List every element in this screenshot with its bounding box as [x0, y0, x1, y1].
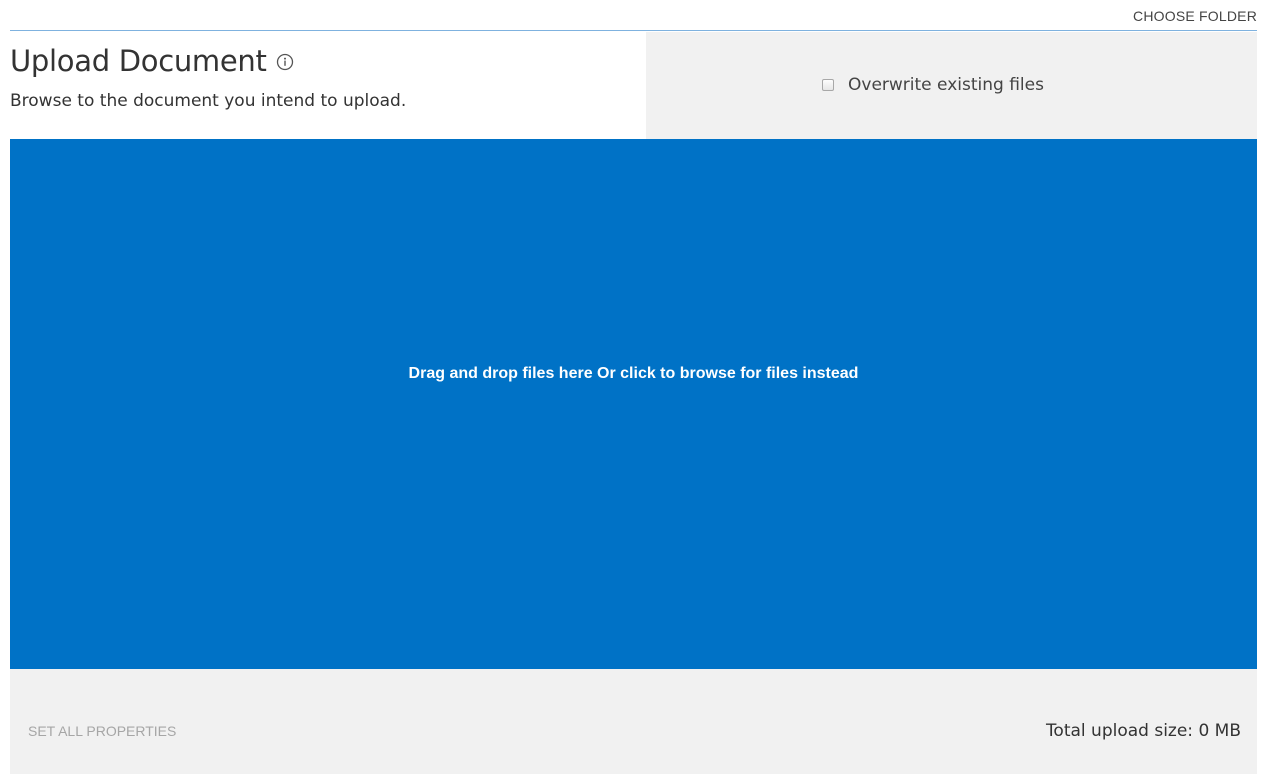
overwrite-checkbox[interactable] — [822, 79, 834, 91]
page-subtitle: Browse to the document you intend to upl… — [10, 91, 407, 111]
overwrite-label: Overwrite existing files — [848, 75, 1044, 95]
info-circle-icon[interactable] — [276, 53, 294, 71]
header-panel: Upload Document Browse to the document y… — [10, 32, 646, 139]
total-upload-size: Total upload size: 0 MB — [1045, 721, 1241, 741]
title-row: Upload Document — [10, 44, 294, 78]
page-title: Upload Document — [10, 44, 267, 78]
upload-document-dialog: CHOOSE FOLDER Upload Document Browse to … — [0, 0, 1267, 774]
file-drop-zone[interactable]: Drag and drop files here Or click to bro… — [10, 139, 1257, 669]
choose-folder-link[interactable]: CHOOSE FOLDER — [1133, 8, 1257, 24]
top-bar: CHOOSE FOLDER — [10, 0, 1257, 31]
set-all-properties-button[interactable]: SET ALL PROPERTIES — [28, 723, 176, 739]
options-panel: Overwrite existing files — [646, 32, 1257, 139]
footer-panel: SET ALL PROPERTIES Total upload size: 0 … — [10, 669, 1257, 774]
overwrite-option[interactable]: Overwrite existing files — [822, 75, 1044, 95]
drop-zone-instructions: Drag and drop files here Or click to bro… — [408, 365, 859, 382]
